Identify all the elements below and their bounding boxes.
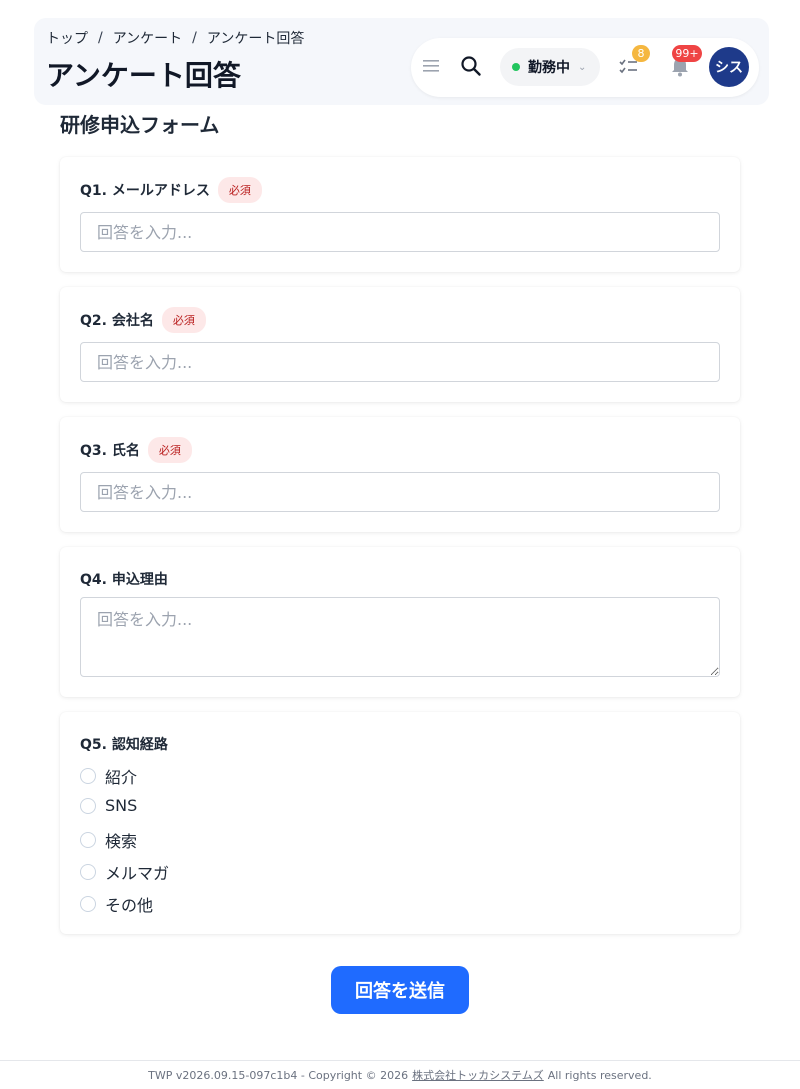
work-status-label: 勤務中 [528,60,570,76]
user-avatar[interactable]: シス [709,47,749,87]
hamburger-menu-icon[interactable] [421,55,443,77]
chevron-down-icon: ⌄ [578,61,587,73]
question-label-q3: Q3. 氏名 必須 [80,437,192,463]
submit-button[interactable]: 回答を送信 [331,966,469,1014]
breadcrumb-item-current: アンケート回答 [206,31,305,47]
radio-option-label: SNS [105,796,138,815]
question-label-q5: Q5. 認知経路 [80,734,168,754]
question-text: Q4. 申込理由 [80,572,168,588]
page-header: トップ / アンケート / アンケート回答 アンケート回答 勤務中 ⌄ 8 99… [34,18,769,105]
page-footer: TWP v2026.09.15-097c1b4 - Copyright © 20… [0,1060,800,1089]
answer-input-q2[interactable] [80,342,720,382]
page-title: アンケート回答 [46,59,241,92]
radio-button[interactable] [80,832,96,848]
breadcrumb-separator: / [98,30,103,46]
radio-option[interactable]: メルマガ [80,860,169,884]
question-text: Q1. メールアドレス [80,183,210,199]
radio-option-label: その他 [105,896,154,915]
search-icon[interactable] [459,54,483,78]
required-badge: 必須 [147,437,192,463]
question-label-q4: Q4. 申込理由 [80,569,168,589]
status-dot-icon [512,63,520,71]
radio-option-label: 紹介 [105,768,138,787]
question-text: Q5. 認知経路 [80,737,168,753]
radio-option[interactable]: 紹介 [80,764,137,788]
radio-button[interactable] [80,768,96,784]
tasks-count-badge: 8 [632,45,650,62]
breadcrumb-item-survey[interactable]: アンケート [113,28,182,48]
answer-input-q3[interactable] [80,472,720,512]
answer-input-q1[interactable] [80,212,720,252]
header-toolbar: 勤務中 ⌄ 8 99+ シス [411,38,759,97]
breadcrumb: トップ / アンケート / アンケート回答 [46,28,304,48]
footer-rights-text: All rights reserved. [547,1068,652,1082]
required-badge: 必須 [161,307,206,333]
form-title: 研修申込フォーム [60,113,220,137]
footer-version-text: TWP v2026.09.15-097c1b4 - Copyright © 20… [148,1068,409,1082]
radio-button[interactable] [80,896,96,912]
breadcrumb-separator: / [192,30,197,46]
radio-button[interactable] [80,797,96,814]
radio-option-label: メルマガ [105,864,170,883]
radio-option[interactable]: SNS [80,796,137,815]
radio-option[interactable]: その他 [80,892,153,916]
notifications-count-badge: 99+ [672,45,702,62]
breadcrumb-item-top[interactable]: トップ [46,28,88,48]
question-card-q1: Q1. メールアドレス 必須 [60,157,740,272]
question-card-q2: Q2. 会社名 必須 [60,287,740,402]
question-label-q1: Q1. メールアドレス 必須 [80,177,262,203]
radio-option-label: 検索 [105,832,138,851]
radio-option[interactable]: 検索 [80,828,137,852]
question-text: Q3. 氏名 [80,443,140,459]
footer-company-link[interactable]: 株式会社トッカシステムズ [412,1067,544,1083]
question-card-q5: Q5. 認知経路 紹介 SNS 検索 メルマガ その他 [60,712,740,934]
question-card-q3: Q3. 氏名 必須 [60,417,740,532]
work-status-dropdown[interactable]: 勤務中 ⌄ [500,48,600,86]
radio-button[interactable] [80,864,96,880]
question-label-q2: Q2. 会社名 必須 [80,307,206,333]
required-badge: 必須 [217,177,262,203]
answer-textarea-q4[interactable] [80,597,720,677]
question-text: Q2. 会社名 [80,313,154,329]
question-card-q4: Q4. 申込理由 [60,547,740,697]
